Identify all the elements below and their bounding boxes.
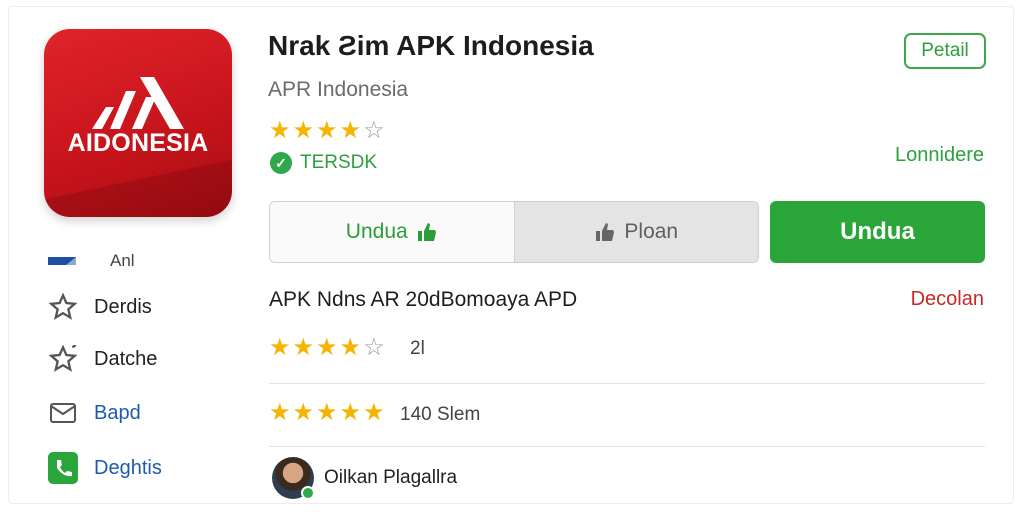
phone-icon [48,452,78,484]
rating-row-1-stars: ★ ★ ★ ★ ☆ [269,336,385,360]
app-publisher[interactable]: APR Indonesia [268,78,408,102]
preview-label: Ploan [624,220,679,243]
download-outline-button[interactable]: Undua [270,202,515,262]
app-rating-stars: ★ ★ ★ ★ ☆ [269,119,385,143]
detail-button[interactable]: Petail [904,33,986,69]
rating-row-1-count: 2l [410,338,425,359]
reviewer-name: Oilkan Plagallra [324,467,458,488]
checkmark-icon: ✓ [270,152,292,174]
flag-icon [48,247,78,275]
sidebar-item-label: Anl [110,251,135,270]
icon-fold-decoration [44,154,232,217]
verified-badge: ✓ TERSDK [270,152,377,174]
app-title: Nrak Ƨim APK Indonesia [268,30,594,61]
star-filled-icon: ★ [339,117,362,144]
divider [269,446,985,447]
star-sparkle-icon [48,345,78,373]
preview-button[interactable]: Ploan [514,202,758,262]
download-outline-label: Undua [345,220,408,243]
details-link[interactable]: Decolan [911,288,984,311]
mail-icon [48,399,78,427]
app-icon[interactable]: AIDONESIA [44,29,232,217]
thumbs-up-icon [417,223,436,241]
star-filled-icon: ★ [292,334,315,361]
star-filled-icon: ★ [292,399,315,426]
rating-row-2-count: 140 Slem [400,404,481,425]
download-primary-button[interactable]: Undua [770,201,985,263]
sidebar-item-derdis[interactable]: Derdis [48,293,152,321]
avatar [272,457,315,500]
sidebar-item-deghtis[interactable]: Deghtis [48,452,162,484]
sidebar-item-label: Bapd [94,401,141,424]
action-button-group: Undua Ploan [269,201,759,263]
star-filled-icon: ★ [269,399,291,426]
online-badge-icon [301,486,315,500]
details-title: APK Ndns AR 20dBomoaya APD [269,288,578,311]
sidebar-item-label: Datche [94,347,158,370]
star-outline-icon [48,293,78,321]
star-filled-icon: ★ [339,399,362,426]
reviewer[interactable]: Oilkan Plagallra [272,457,458,500]
sidebar-item-datche[interactable]: Datche [48,345,157,373]
sidebar-item-label: Derdis [94,295,152,318]
sidebar-item-anl[interactable]: Anl [48,247,135,275]
logo-mark-icon [92,77,184,129]
star-empty-icon: ☆ [363,117,385,144]
secondary-link[interactable]: Lonnidere [895,144,984,167]
star-filled-icon: ★ [316,334,338,361]
star-filled-icon: ★ [363,399,385,426]
star-filled-icon: ★ [269,334,291,361]
thumbs-up-gray-icon [596,223,615,241]
divider [269,383,985,384]
star-filled-icon: ★ [339,334,362,361]
verified-label: TERSDK [300,152,378,173]
star-empty-icon: ☆ [363,334,385,361]
star-filled-icon: ★ [316,399,338,426]
star-filled-icon: ★ [316,117,338,144]
rating-row-2-stars: ★ ★ ★ ★ ★ [269,401,385,425]
sidebar-item-bapd[interactable]: Bapd [48,399,141,427]
star-filled-icon: ★ [292,117,315,144]
app-icon-text: AIDONESIA [67,129,209,157]
star-filled-icon: ★ [269,117,291,144]
sidebar-item-label: Deghtis [94,456,162,479]
